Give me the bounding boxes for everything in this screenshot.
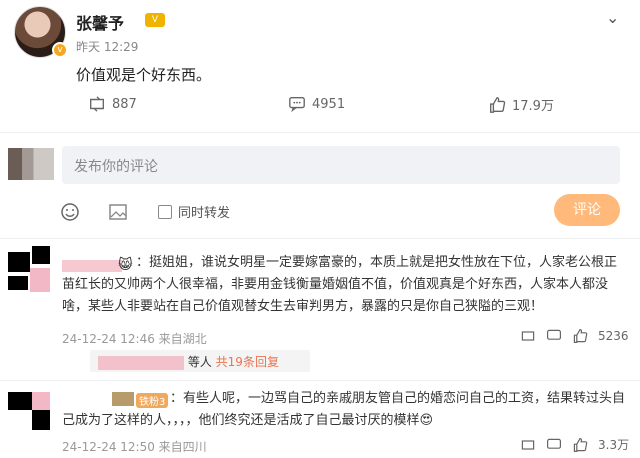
reply-names-blur [98,355,184,370]
also-repost-toggle[interactable]: 同时转发 [158,202,230,221]
image-icon [109,204,127,220]
comment-text: ：挺姐姐，谁说女明星一定要嫁富豪的，本质上就是把女性放在下位，人家老公根正 [136,255,618,270]
comment-time: 24-12-24 12:46 来自湖北 [62,332,207,346]
submit-comment-button[interactable]: 评论 [554,194,620,226]
repost-count: 887 [112,96,137,112]
divider [0,380,640,381]
comment-actions: 3.3万 [520,436,629,453]
fan-level-badge: 铁粉3 [136,393,169,408]
commenter-avatar[interactable] [8,388,54,434]
commenter-name-blur[interactable] [62,260,122,272]
my-avatar [8,148,54,180]
comment-button[interactable]: 4951 [288,95,345,113]
like-button[interactable]: 17.9万 [488,95,554,114]
thumbs-up-icon[interactable] [572,437,588,453]
emoji-icon [61,203,79,221]
also-repost-label: 同时转发 [178,206,231,221]
repost-button[interactable]: 887 [88,95,137,113]
emoji-button[interactable] [60,202,80,222]
post-text: 价值观是个好东西。 [76,66,212,84]
comment-count: 4951 [312,96,346,112]
more-options-icon[interactable]: ⌄ [606,8,619,27]
post-time: 昨天 12:29 [76,40,139,54]
comment-text: 己成为了这样的人，，，，他们终究还是活成了自己最讨厌的模样😍 [62,413,434,428]
comment-actions: 5236 [520,328,629,344]
verified-badge-icon: v [52,42,68,58]
like-count: 17.9万 [512,99,554,114]
divider [0,132,640,133]
commenter-name-blur[interactable] [112,392,134,406]
divider [0,238,640,239]
also-repost-checkbox[interactable] [158,204,172,219]
reply-summary[interactable]: 等人 共19条回复 [90,350,310,372]
commenter-avatar[interactable] [8,246,54,292]
comment-time: 24-12-24 12:50 来自四川 [62,440,207,454]
reply-count-link[interactable]: 共19条回复 [216,355,279,369]
fan-emoji-icon: 😸 [118,257,133,273]
level-badge: V [145,13,165,27]
comment-like-count: 5236 [598,329,629,343]
comment-like-count: 3.3万 [598,438,630,452]
repost-icon [90,96,104,112]
repost-icon[interactable] [520,328,536,344]
thumbs-up-icon[interactable] [572,328,588,344]
thumbs-up-icon [490,96,506,113]
comment-text: 苗红长的又帅两个人很幸福，非要用金钱衡量婚姻值不值，价值观真是个好东西，人家本人… [62,277,609,292]
comment-input[interactable]: 发布你的评论 [62,146,620,184]
reply-suffix: 等人 [187,355,212,369]
repost-icon[interactable] [520,437,536,453]
image-button[interactable] [108,202,128,222]
comment-text: ：有些人呢，一边骂自己的亲戚朋友管自己的婚恋问自己的工资，结果转过头自 [170,391,626,406]
comment-icon[interactable] [546,328,562,344]
comment-icon [289,97,305,113]
author-name[interactable]: 张馨予 [76,10,124,34]
comment-icon[interactable] [546,437,562,453]
comment-text: 啥，某些人非要站在自己价值观替女生去审判男方，暴露的只是你自己狭隘的三观！ [62,299,544,314]
